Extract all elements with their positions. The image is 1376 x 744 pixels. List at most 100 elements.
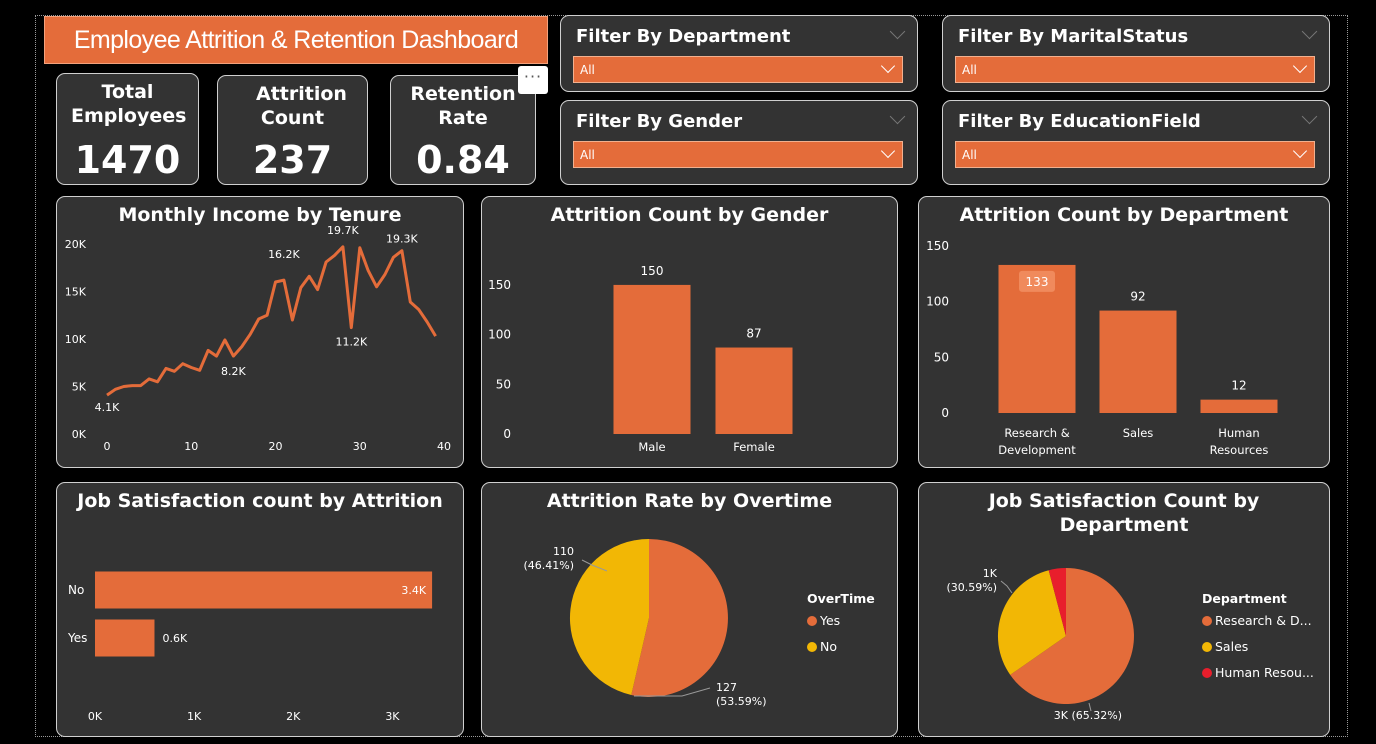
legend-label: Human Resou... xyxy=(1215,665,1314,680)
data-label: 4.1K xyxy=(95,401,120,414)
kpi-retention-rate[interactable]: Retention Rate 0.84 xyxy=(390,75,536,185)
y-tick-label: 10K xyxy=(65,333,87,346)
y-tick-label: 0 xyxy=(941,406,949,420)
chevron-down-icon[interactable] xyxy=(1301,108,1318,125)
kpi-total-employees[interactable]: Total Employees 1470 xyxy=(56,73,199,185)
legend-marker xyxy=(1202,616,1212,626)
chart-job-satisfaction-by-department[interactable]: Job Satisfaction Count by Department Dep… xyxy=(918,482,1330,737)
data-label: (30.59%) xyxy=(946,581,997,594)
education-field-dropdown[interactable]: All xyxy=(955,141,1315,168)
bar xyxy=(95,571,433,609)
x-category-label: Development xyxy=(998,443,1076,457)
bar-chart-svg: 0 50 100 150 133 Research & Development 92 Sales… xyxy=(926,239,1278,457)
dropdown-value: All xyxy=(962,148,977,162)
bar-chart-svg: 0 50 100 150 150 Male 87 Female xyxy=(488,264,793,454)
x-category-label: Resources xyxy=(1210,443,1269,457)
bar xyxy=(715,347,793,434)
y-tick-label: 5K xyxy=(72,381,87,394)
chevron-down-icon xyxy=(1292,58,1308,74)
chart-job-satisfaction-by-attrition[interactable]: Job Satisfaction count by Attrition 0K 1K… xyxy=(56,482,464,737)
income-series-line xyxy=(106,245,437,397)
data-label: 1K xyxy=(983,567,998,580)
chart-attrition-by-overtime[interactable]: Attrition Rate by Overtime OverTime Yes No… xyxy=(481,482,898,737)
y-category-label: No xyxy=(68,583,84,597)
pie-chart-svg: OverTime Yes No 127(53.59%) 110(46.41%) xyxy=(523,539,875,708)
x-tick-label: 30 xyxy=(353,440,367,453)
legend-label: Research & D... xyxy=(1215,613,1312,628)
kpi-value: 1470 xyxy=(74,138,181,182)
data-label: 3K (65.32%) xyxy=(1054,709,1122,722)
x-category-label: Female xyxy=(733,440,775,454)
data-label: 12 xyxy=(1231,379,1246,393)
kpi-label: Total Employees xyxy=(71,81,187,127)
more-options-button[interactable]: ··· xyxy=(518,66,548,94)
data-label: (53.59%) xyxy=(716,695,767,708)
marital-status-dropdown[interactable]: All xyxy=(955,56,1315,83)
chevron-down-icon xyxy=(1292,143,1308,159)
data-label: 127 xyxy=(716,681,737,694)
filter-education-field: Filter By EducationField All xyxy=(942,100,1330,185)
department-dropdown[interactable]: All xyxy=(573,56,903,83)
chevron-down-icon xyxy=(880,143,896,159)
filter-label: Filter By Gender xyxy=(576,111,743,132)
kpi-attrition-count[interactable]: Attrition Count 237 xyxy=(217,75,368,185)
dropdown-value: All xyxy=(962,63,977,77)
x-category-label: Sales xyxy=(1123,426,1154,440)
bar xyxy=(1200,399,1278,413)
filter-marital-status: Filter By MaritalStatus All xyxy=(942,15,1330,92)
x-category-label: Research & xyxy=(1004,426,1069,440)
x-tick-label: 0K xyxy=(88,710,103,723)
legend-label: Yes xyxy=(819,613,840,628)
y-tick-label: 50 xyxy=(934,350,949,364)
legend-title: OverTime xyxy=(807,591,875,606)
y-tick-label: 20K xyxy=(65,238,87,251)
filter-department: Filter By Department All xyxy=(560,15,918,92)
chevron-down-icon xyxy=(880,58,896,74)
bar xyxy=(613,284,691,434)
data-label: 0.6K xyxy=(162,632,187,645)
x-category-label: Human xyxy=(1218,426,1259,440)
dropdown-value: All xyxy=(580,63,595,77)
data-label: 19.7K xyxy=(327,224,359,237)
kpi-label: Attrition Count xyxy=(256,83,347,129)
chart-monthly-income-by-tenure[interactable]: Monthly Income by Tenure 0K 5K 10K 15K 20K 0 1… xyxy=(56,196,464,468)
data-label: 133 xyxy=(1026,275,1049,289)
gender-dropdown[interactable]: All xyxy=(573,141,903,168)
bar-chart-svg: 0K 1K 2K 3K No 3.4K Yes 0.6K xyxy=(67,571,433,723)
y-tick-label: 0K xyxy=(72,428,87,441)
y-category-label: Yes xyxy=(67,631,87,645)
bar xyxy=(1099,310,1177,413)
chart-attrition-by-gender[interactable]: Attrition Count by Gender 0 50 100 150 150 Ma… xyxy=(481,196,898,468)
y-tick-label: 100 xyxy=(926,295,949,309)
filter-gender: Filter By Gender All xyxy=(560,100,918,185)
line-chart-svg: 0K 5K 10K 15K 20K 0 10 20 30 40 4.1K 8.2K 16.2K 19.7K… xyxy=(65,197,457,453)
legend-marker xyxy=(1202,668,1212,678)
x-tick-label: 0 xyxy=(104,440,111,453)
y-tick-label: 15K xyxy=(65,286,87,299)
legend-marker xyxy=(807,616,817,626)
data-label: 92 xyxy=(1130,290,1145,304)
y-tick-label: 0 xyxy=(503,427,511,441)
filter-label: Filter By Department xyxy=(576,26,791,47)
x-tick-label: 3K xyxy=(385,710,400,723)
kpi-value: 237 xyxy=(252,138,333,182)
legend-title: Department xyxy=(1202,591,1287,606)
x-tick-label: 40 xyxy=(437,440,451,453)
chart-attrition-by-department[interactable]: Attrition Count by Department 0 50 100 150 1… xyxy=(918,196,1330,468)
x-tick-label: 2K xyxy=(286,710,301,723)
data-label: 87 xyxy=(746,327,761,341)
chevron-down-icon[interactable] xyxy=(1301,23,1318,40)
data-label: 3.4K xyxy=(401,584,426,597)
leader-line xyxy=(1000,580,1013,594)
x-tick-label: 20 xyxy=(269,440,283,453)
pie-chart-svg: Department Research & D... Sales Human Reso… xyxy=(946,567,1314,722)
dashboard-title: Employee Attrition & Retention Dashboard xyxy=(44,16,548,64)
data-label: 11.2K xyxy=(335,336,367,349)
data-label: (46.41%) xyxy=(523,559,574,572)
chevron-down-icon[interactable] xyxy=(889,23,906,40)
filter-label: Filter By EducationField xyxy=(958,111,1201,132)
x-category-label: Male xyxy=(638,440,665,454)
data-label: 150 xyxy=(641,264,664,278)
kpi-label: Retention Rate xyxy=(410,83,516,129)
chevron-down-icon[interactable] xyxy=(889,108,906,125)
